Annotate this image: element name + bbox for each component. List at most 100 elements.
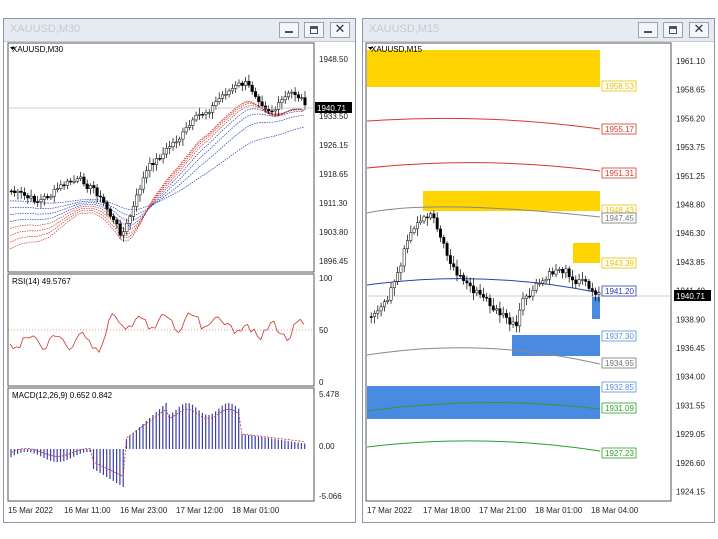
- candle: [406, 240, 409, 249]
- price-axis-label: 1926.15: [319, 141, 348, 150]
- chart-window-m30[interactable]: XAUUSD,M30 ✕ XAUUSD,M30 1948.50 1933.50 …: [3, 18, 356, 523]
- time-axis-label: 17 Mar 12:00: [176, 506, 224, 515]
- level-label: 1927.23: [605, 449, 634, 458]
- candle: [9, 190, 13, 193]
- candle: [419, 220, 423, 224]
- candle: [571, 276, 574, 281]
- minimize-button[interactable]: [638, 22, 658, 38]
- candle: [514, 321, 518, 327]
- candle: [92, 185, 96, 189]
- svg-text:XAUUSD,M30: XAUUSD,M30: [12, 45, 64, 54]
- level-label: 1937.30: [605, 332, 634, 341]
- candle: [102, 196, 106, 203]
- candle: [412, 228, 416, 233]
- level-label: 1941.20: [605, 287, 634, 296]
- candle: [554, 269, 558, 275]
- supply-zone[interactable]: [367, 50, 600, 87]
- candle: [541, 280, 545, 284]
- level-label: 1958.53: [605, 82, 634, 91]
- chart-canvas-m15[interactable]: XAUUSD,M15 1958.531955.171951.311948.431…: [363, 41, 714, 522]
- candle: [247, 81, 251, 86]
- rsi-axis-label: 100: [319, 274, 333, 283]
- candle: [290, 91, 294, 94]
- candle: [511, 321, 515, 325]
- candle: [181, 131, 185, 140]
- window-titlebar[interactable]: XAUUSD,M30 ✕: [4, 19, 355, 42]
- level-label: 1931.09: [605, 404, 634, 413]
- rsi-axis-label: 50: [319, 326, 328, 335]
- candle: [105, 202, 109, 210]
- candle: [505, 312, 508, 318]
- candle: [171, 142, 175, 147]
- candle: [590, 288, 594, 291]
- candle: [445, 243, 449, 256]
- window-title: XAUUSD,M15: [369, 23, 440, 35]
- candle: [82, 176, 86, 185]
- candle: [65, 180, 69, 186]
- time-axis-label: 18 Mar 01:00: [535, 506, 583, 515]
- candle: [528, 295, 532, 298]
- candle: [273, 109, 277, 112]
- supply-zone[interactable]: [423, 191, 600, 211]
- candle: [204, 112, 208, 115]
- candle: [300, 97, 304, 99]
- candle: [584, 279, 588, 282]
- candle: [439, 228, 442, 238]
- candle: [442, 237, 446, 244]
- candle: [197, 113, 201, 116]
- price-axis-label: 1934.00: [676, 373, 705, 382]
- candle: [191, 119, 195, 126]
- candle: [409, 232, 413, 241]
- candle: [141, 177, 145, 190]
- candle: [508, 317, 512, 325]
- price-axis-label: 1946.30: [676, 229, 705, 238]
- price-axis-label: 1931.55: [676, 401, 705, 410]
- close-button[interactable]: ✕: [330, 22, 350, 38]
- candle: [280, 99, 284, 103]
- price-axis-label: 1956.20: [676, 114, 705, 123]
- time-axis-label: 16 Mar 11:00: [64, 506, 111, 515]
- candle: [399, 265, 403, 273]
- candle: [455, 266, 459, 276]
- candle: [154, 158, 159, 165]
- chart-canvas-m30[interactable]: XAUUSD,M30 1948.50 1933.50 1926.15 1918.…: [4, 41, 355, 522]
- macd-axis-label: -5.066: [319, 492, 342, 501]
- candle: [435, 217, 439, 230]
- candle: [458, 275, 462, 277]
- close-button[interactable]: ✕: [689, 22, 709, 38]
- candle: [138, 188, 142, 196]
- maximize-button[interactable]: [304, 22, 324, 38]
- minimize-button[interactable]: [279, 22, 299, 38]
- time-axis-label: 15 Mar 2022: [8, 506, 53, 515]
- price-axis-label: 1943.85: [676, 258, 705, 267]
- candle: [234, 85, 238, 89]
- maximize-button[interactable]: [663, 22, 683, 38]
- chart-window-m15[interactable]: XAUUSD,M15 ✕ XAUUSD,M15 1958.53 1955.17 19…: [362, 18, 715, 523]
- candle: [85, 183, 89, 189]
- demand-zone[interactable]: [512, 335, 600, 356]
- candle: [531, 290, 535, 297]
- candle: [151, 163, 155, 165]
- candle: [46, 196, 50, 199]
- candle: [95, 187, 99, 197]
- candle: [55, 188, 60, 191]
- level-label: 1947.45: [605, 214, 634, 223]
- candle: [257, 96, 261, 102]
- candle: [429, 213, 433, 219]
- supply-zone[interactable]: [573, 243, 600, 263]
- window-titlebar[interactable]: XAUUSD,M15 ✕: [363, 19, 714, 42]
- candle: [22, 192, 27, 196]
- candle: [481, 294, 485, 298]
- candle: [293, 91, 297, 95]
- candle: [452, 263, 456, 268]
- candle: [277, 102, 281, 110]
- candle: [174, 141, 178, 144]
- candle: [422, 216, 426, 222]
- candle: [267, 108, 271, 112]
- macd-axis-label: 5.478: [319, 390, 340, 399]
- candle: [148, 163, 152, 171]
- candle: [547, 271, 551, 280]
- candle: [283, 96, 287, 101]
- candle: [491, 305, 495, 311]
- candle: [286, 92, 291, 98]
